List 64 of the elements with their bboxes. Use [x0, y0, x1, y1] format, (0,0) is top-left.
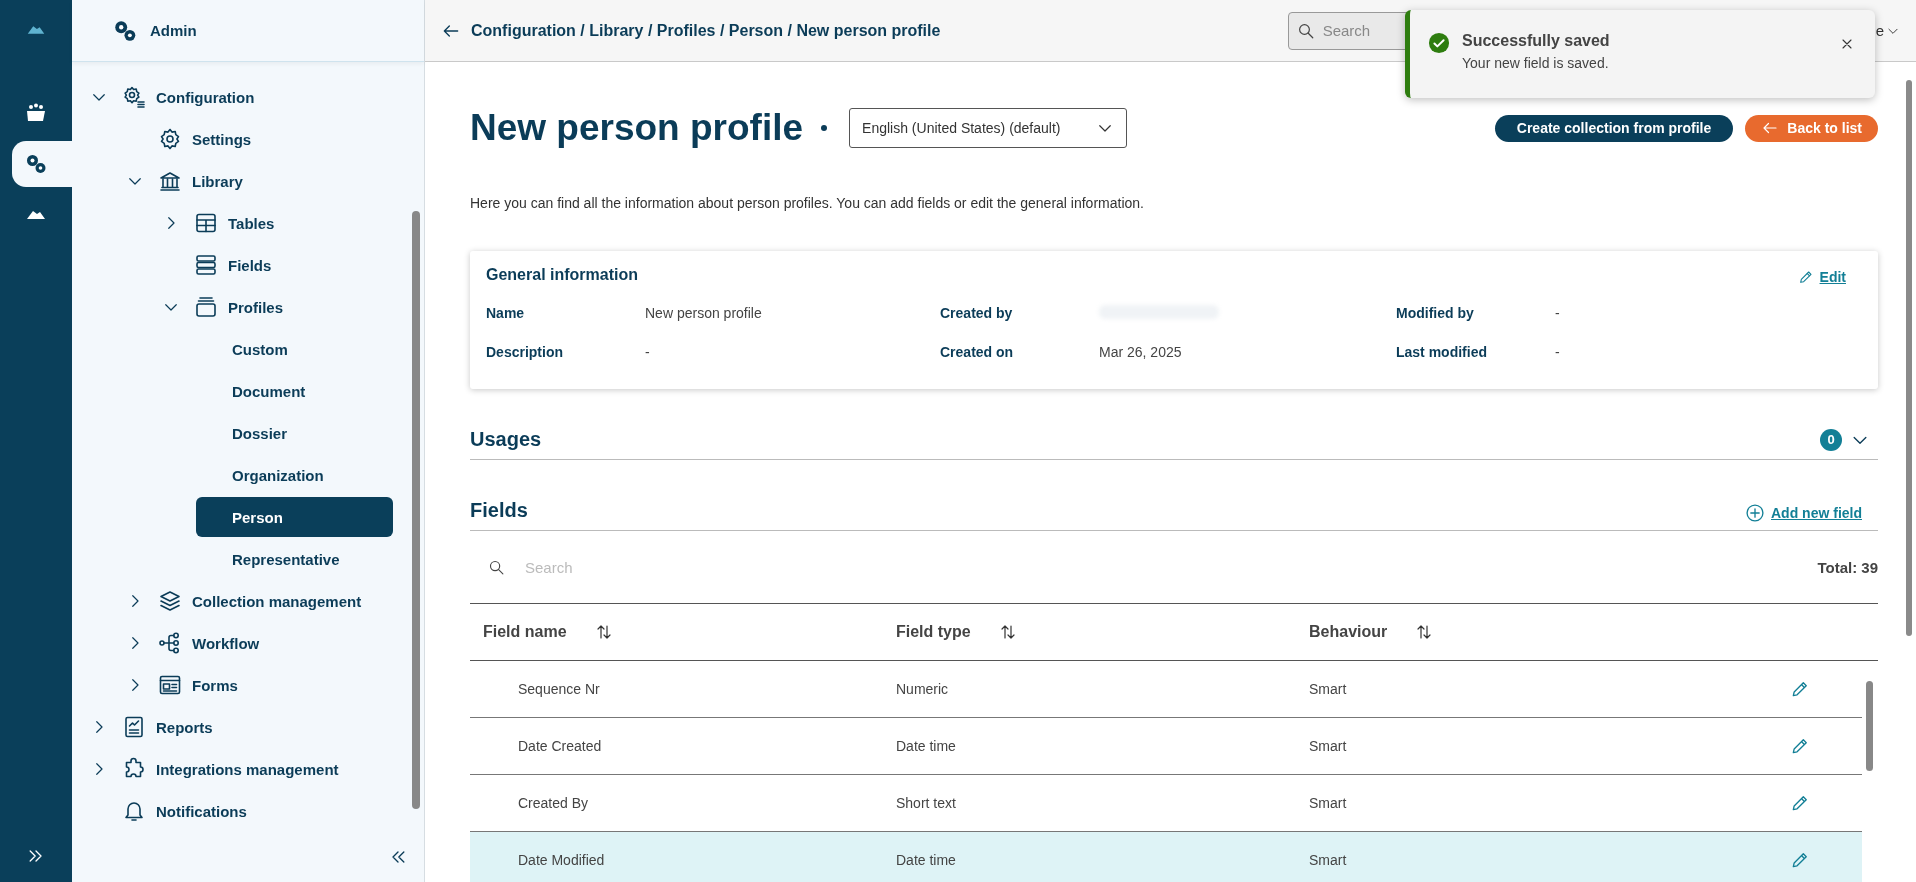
table-cell-text: Short text	[895, 795, 957, 811]
section-title: Usages	[470, 428, 542, 451]
tree-item[interactable]: Profiles	[162, 286, 296, 328]
column-header[interactable]: Behaviour	[1296, 623, 1709, 641]
table-row[interactable]: Sequence Nr Numeric Smart	[470, 661, 1862, 718]
tree-item[interactable]: Collection management	[126, 580, 374, 622]
field-label: Created by	[940, 305, 1014, 322]
table-cell-text: Date Created	[517, 738, 603, 754]
section-title: Fields	[470, 499, 528, 522]
edit-link[interactable]: Edit	[1797, 269, 1846, 285]
toast-message: Your new field is saved.	[1462, 55, 1610, 71]
field-label: Modified by	[1396, 305, 1475, 322]
toast-title: Successfully saved	[1462, 32, 1611, 50]
tree-item[interactable]: Notifications	[90, 790, 259, 832]
tree-item[interactable]: Reports	[90, 706, 225, 748]
column-header[interactable]: Field type	[883, 623, 1296, 641]
total-count: Total: 39	[1817, 558, 1878, 576]
field-label: Created on	[940, 344, 1015, 360]
sidebar-title: Admin	[150, 22, 197, 39]
tree-item[interactable]: Document	[196, 370, 393, 412]
table-cell-text: Date time	[895, 738, 957, 754]
field-label: Name	[486, 305, 526, 322]
search-field[interactable]: Search	[523, 557, 723, 577]
tree-item[interactable]: Settings	[126, 118, 264, 160]
page-title: New person profile	[470, 107, 804, 149]
breadcrumb: Configuration / Library / Profiles / Person / New person profile	[471, 21, 941, 40]
field-value: -	[645, 344, 651, 360]
tree-item[interactable]: Integrations management	[90, 748, 351, 790]
tree-item[interactable]: Person	[196, 497, 393, 537]
field-value: -	[1555, 305, 1561, 322]
action-button[interactable]: Create collection from profile	[1494, 114, 1734, 142]
tree-item[interactable]: Representative	[196, 538, 393, 580]
count-badge: 0	[1820, 428, 1842, 451]
tree-item[interactable]: Forms	[126, 664, 250, 706]
field-label: Description	[486, 344, 564, 360]
table-cell-text: Smart	[1308, 738, 1348, 754]
table-cell-text: Date time	[895, 852, 957, 868]
tree-item[interactable]: Library	[126, 160, 255, 202]
column-header[interactable]: Field name	[470, 623, 883, 641]
tree-item[interactable]: Fields	[162, 244, 284, 286]
tree-item[interactable]: Tables	[162, 202, 287, 244]
field-value: Mar 26, 2025	[1099, 344, 1183, 360]
description-text: Here you can find all the information about person profiles. You can add fields or edit the general information.	[470, 195, 1145, 211]
tree-item[interactable]: Configuration	[90, 76, 267, 118]
field-value: -	[1555, 344, 1561, 360]
language-select[interactable]: English (United States) (default)	[849, 108, 1128, 148]
table-cell-text: Smart	[1308, 852, 1348, 868]
table-row[interactable]: Date Created Date time Smart	[470, 718, 1862, 775]
field-label: Last modified	[1396, 344, 1488, 360]
user-menu[interactable]: e	[1875, 22, 1900, 39]
field-value: New person profile	[645, 305, 763, 322]
tree-item[interactable]: Custom	[196, 328, 393, 370]
tree-item[interactable]: Dossier	[196, 412, 393, 454]
table-cell-text: Smart	[1308, 795, 1348, 811]
card-title: General information	[486, 266, 639, 284]
table-cell-text: Sequence Nr	[517, 681, 601, 697]
table-row[interactable]: Date Modified Date time Smart	[470, 832, 1862, 882]
tree-item[interactable]: Organization	[196, 454, 393, 496]
table-cell-text: Numeric	[895, 681, 950, 697]
tree-item[interactable]: Workflow	[126, 622, 272, 664]
table-cell-text: Date Modified	[517, 852, 606, 868]
table-cell-text: Smart	[1308, 681, 1348, 697]
add-field-link[interactable]: Add new field	[1745, 502, 1862, 523]
table-cell-text: Created By	[517, 795, 590, 811]
